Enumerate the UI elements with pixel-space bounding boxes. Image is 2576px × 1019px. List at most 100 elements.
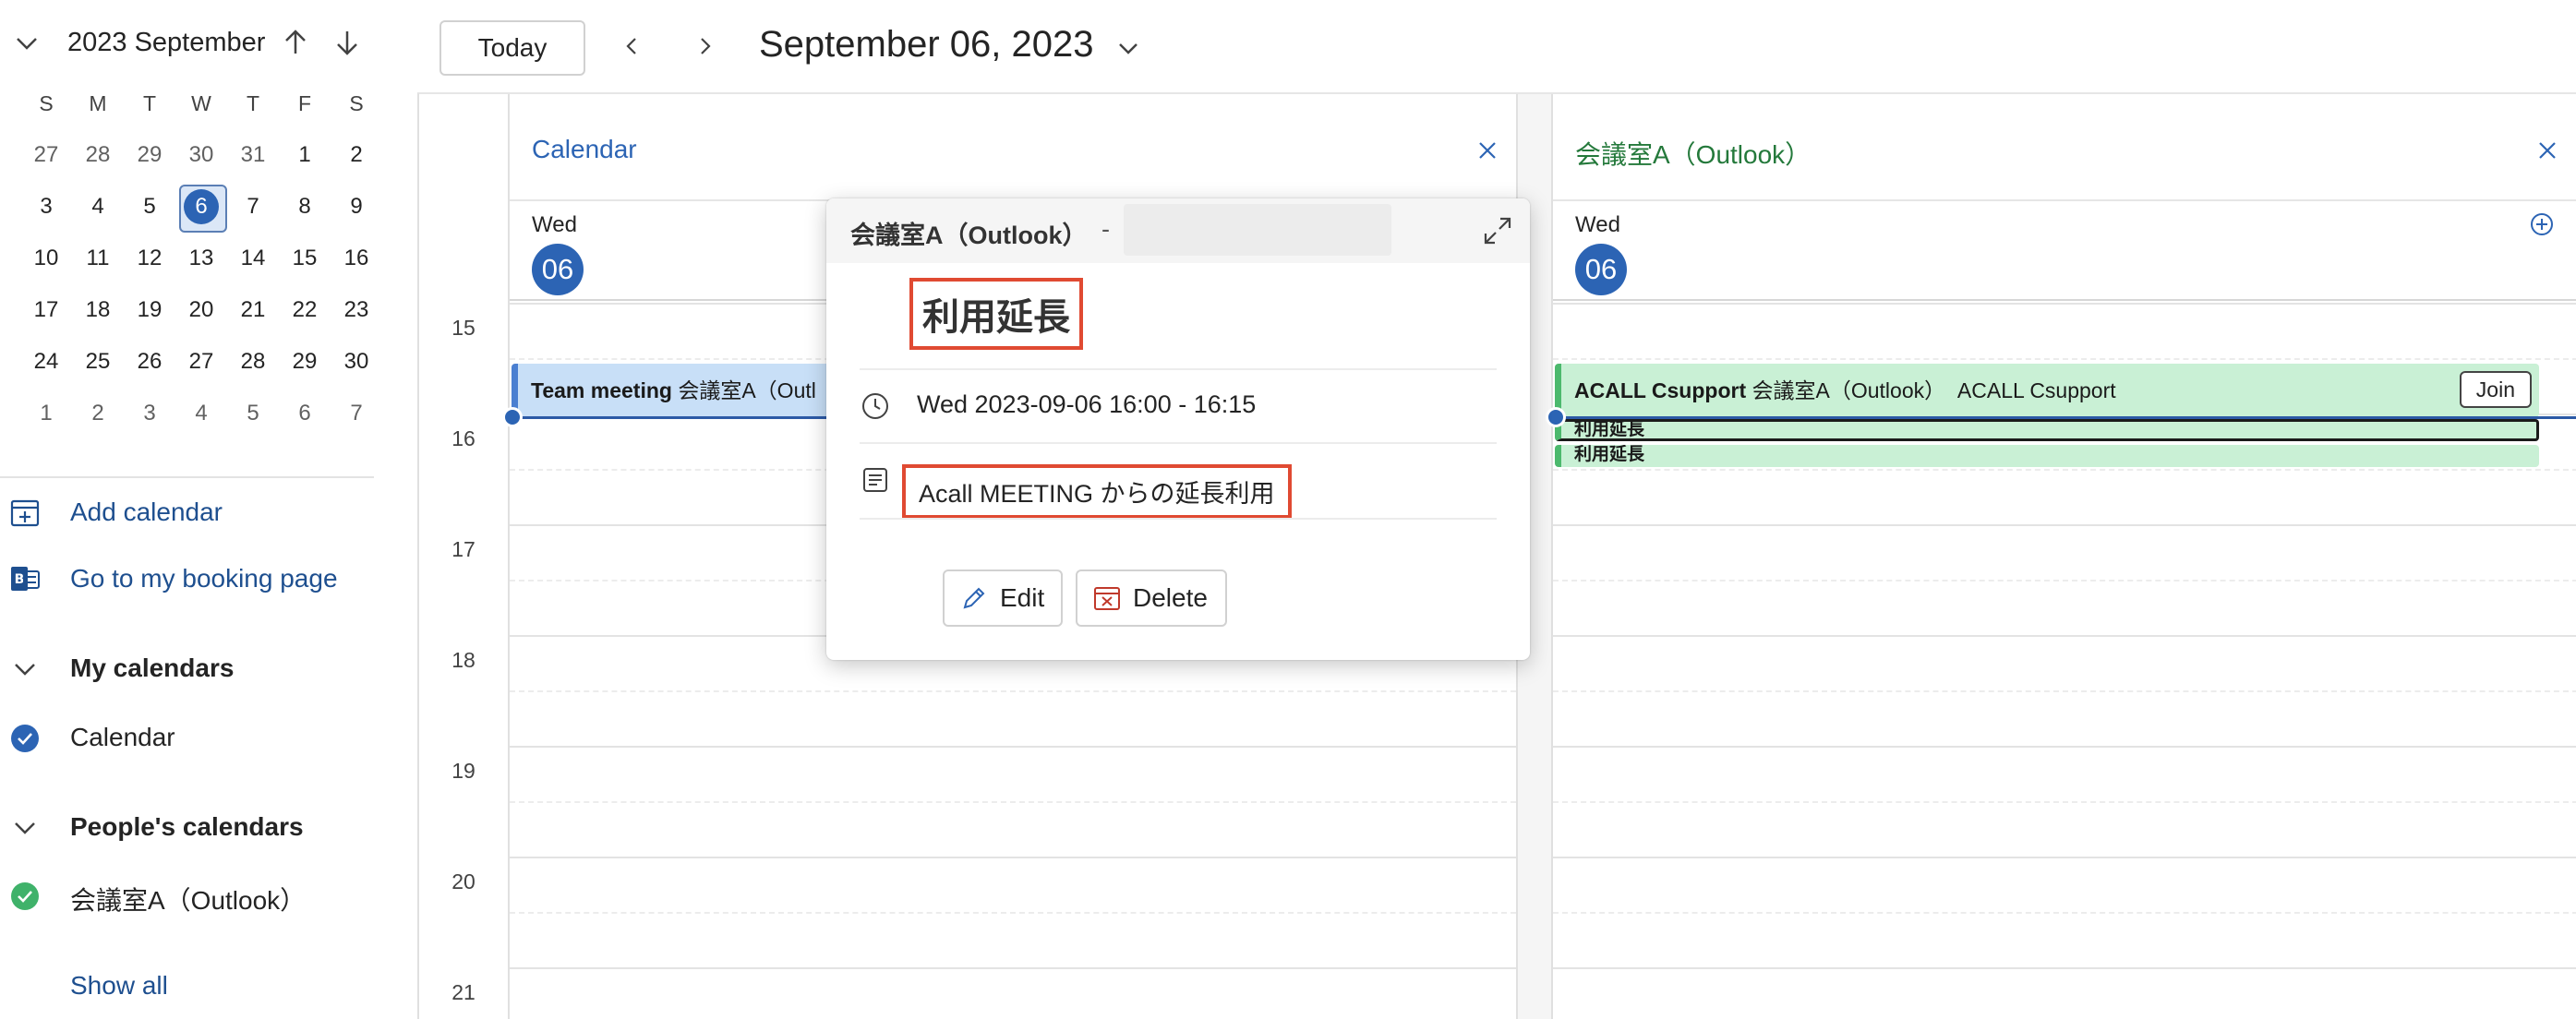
day-cell[interactable]: 21 bbox=[227, 292, 279, 343]
current-time-line bbox=[510, 416, 842, 419]
bookings-icon: B bbox=[11, 567, 40, 591]
peoples-calendars-header[interactable]: People's calendars bbox=[0, 805, 388, 851]
hour-line bbox=[1553, 746, 2576, 748]
current-date-title[interactable]: September 06, 2023 bbox=[759, 24, 1093, 66]
previous-month-arrow-icon[interactable] bbox=[279, 26, 312, 59]
next-month-arrow-icon[interactable] bbox=[331, 26, 364, 59]
day-cell[interactable]: 9 bbox=[331, 188, 382, 240]
chevron-down-icon[interactable] bbox=[13, 30, 41, 57]
checkmark-circle-icon bbox=[11, 725, 39, 752]
event-title: ACALL Csupport bbox=[1574, 378, 1747, 402]
popup-time-row: Wed 2023-09-06 16:00 - 16:15 bbox=[860, 368, 1497, 440]
day-cell[interactable]: 17 bbox=[20, 292, 72, 343]
day-cell[interactable]: 10 bbox=[20, 240, 72, 292]
day-cell[interactable]: 26 bbox=[124, 343, 175, 395]
day-cell[interactable]: 12 bbox=[124, 240, 175, 292]
day-cell[interactable]: 4 bbox=[175, 395, 227, 447]
day-cell[interactable]: 6 bbox=[279, 395, 331, 447]
close-icon[interactable] bbox=[2534, 137, 2561, 164]
half-hour-line bbox=[1553, 580, 2576, 581]
day-cell[interactable]: 28 bbox=[72, 137, 124, 188]
day-number-badge[interactable]: 06 bbox=[532, 244, 584, 295]
calendar-item-label: 会議室A（Outlook） bbox=[70, 886, 307, 915]
weekday-header: T bbox=[142, 91, 157, 115]
half-hour-line bbox=[510, 912, 1516, 914]
day-cell[interactable]: 3 bbox=[124, 395, 175, 447]
close-icon[interactable] bbox=[1474, 137, 1501, 164]
delete-label: Delete bbox=[1133, 583, 1208, 612]
join-button[interactable]: Join bbox=[2459, 371, 2532, 408]
hour-line bbox=[1553, 303, 2576, 305]
day-cell[interactable]: 4 bbox=[72, 188, 124, 240]
weekday-header: M bbox=[89, 91, 107, 115]
day-cell[interactable]: 16 bbox=[331, 240, 382, 292]
day-cell[interactable]: 18 bbox=[72, 292, 124, 343]
time-column: 15 16 17 18 19 20 21 bbox=[419, 94, 510, 1019]
day-cell[interactable]: 7 bbox=[331, 395, 382, 447]
day-cell[interactable]: 23 bbox=[331, 292, 382, 343]
event-extension-selected[interactable]: 利用延長 bbox=[1555, 419, 2539, 441]
day-cell[interactable]: 5 bbox=[227, 395, 279, 447]
expand-icon[interactable] bbox=[1482, 215, 1513, 246]
all-day-divider bbox=[1553, 299, 2576, 301]
edit-button[interactable]: Edit bbox=[943, 569, 1063, 627]
day-cell[interactable]: 31 bbox=[227, 137, 279, 188]
day-cell[interactable]: 19 bbox=[124, 292, 175, 343]
day-cell[interactable]: 30 bbox=[175, 137, 227, 188]
day-cell[interactable]: 11 bbox=[72, 240, 124, 292]
event-team-meeting[interactable]: Team meeting 会議室A（Outl bbox=[512, 364, 844, 417]
hour-label: 18 bbox=[451, 648, 475, 672]
mini-calendar-month-label: 2023 September bbox=[67, 28, 266, 57]
day-cell[interactable]: 7 bbox=[227, 188, 279, 240]
show-all-link[interactable]: Show all bbox=[70, 971, 168, 1001]
day-cell[interactable]: 29 bbox=[279, 343, 331, 395]
half-hour-line bbox=[510, 801, 1516, 803]
day-cell[interactable]: 15 bbox=[279, 240, 331, 292]
day-cell[interactable]: 24 bbox=[20, 343, 72, 395]
calendar-item-calendar[interactable]: Calendar bbox=[0, 714, 388, 761]
day-cell[interactable]: 5 bbox=[124, 188, 175, 240]
day-cell[interactable]: 14 bbox=[227, 240, 279, 292]
my-calendars-header[interactable]: My calendars bbox=[0, 646, 388, 692]
clock-icon bbox=[862, 393, 888, 419]
day-cell[interactable]: 1 bbox=[279, 137, 331, 188]
add-calendar-link[interactable]: Add calendar bbox=[0, 489, 388, 535]
popup-header: 会議室A（Outlook） - bbox=[826, 198, 1530, 263]
chevron-right-icon[interactable] bbox=[687, 28, 724, 65]
today-button[interactable]: Today bbox=[439, 20, 585, 76]
day-cell[interactable]: 27 bbox=[175, 343, 227, 395]
calendar-item-room-a[interactable]: 会議室A（Outlook） bbox=[0, 872, 388, 918]
day-cell[interactable]: 30 bbox=[331, 343, 382, 395]
weekday-header: T bbox=[246, 91, 260, 115]
popup-event-time: Wed 2023-09-06 16:00 - 16:15 bbox=[917, 390, 1257, 418]
day-cell[interactable]: 1 bbox=[20, 395, 72, 447]
day-cell[interactable]: 22 bbox=[279, 292, 331, 343]
event-extension[interactable]: 利用延長 bbox=[1555, 445, 2539, 467]
day-cell[interactable]: 8 bbox=[279, 188, 331, 240]
hour-label: 16 bbox=[451, 426, 475, 450]
day-cell[interactable]: 27 bbox=[20, 137, 72, 188]
day-cell[interactable]: 3 bbox=[20, 188, 72, 240]
day-cell[interactable]: 20 bbox=[175, 292, 227, 343]
day-cell[interactable]: 25 bbox=[72, 343, 124, 395]
day-cell[interactable]: 28 bbox=[227, 343, 279, 395]
popup-calendar-name: 会議室A（Outlook） bbox=[850, 222, 1088, 249]
event-acall-csupport[interactable]: ACALL Csupport 会議室A（Outlook） ACALL Csupp… bbox=[1555, 364, 2539, 417]
day-number-badge[interactable]: 06 bbox=[1575, 244, 1627, 295]
chevron-down-icon bbox=[15, 822, 35, 834]
calendar-delete-icon bbox=[1094, 587, 1120, 610]
chevron-left-icon[interactable] bbox=[613, 28, 650, 65]
delete-button[interactable]: Delete bbox=[1076, 569, 1227, 627]
day-cell[interactable]: 2 bbox=[72, 395, 124, 447]
day-cell[interactable]: 29 bbox=[124, 137, 175, 188]
popup-event-title: 利用延長 bbox=[909, 278, 1083, 350]
my-calendars-label: My calendars bbox=[70, 653, 235, 682]
add-event-icon[interactable] bbox=[2528, 210, 2556, 238]
booking-page-link[interactable]: B Go to my booking page bbox=[0, 556, 388, 602]
day-cell[interactable]: 2 bbox=[331, 137, 382, 188]
chevron-down-icon[interactable] bbox=[1113, 33, 1143, 63]
selected-day-cell[interactable]: 6 bbox=[175, 185, 227, 240]
sidebar-divider bbox=[0, 476, 374, 478]
day-cell[interactable]: 13 bbox=[175, 240, 227, 292]
edit-label: Edit bbox=[1000, 583, 1045, 612]
